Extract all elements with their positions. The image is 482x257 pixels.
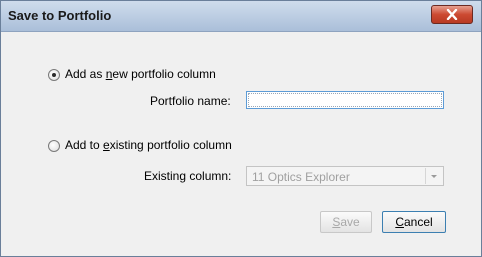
close-button[interactable] — [431, 5, 473, 24]
label-part: xisting portfolio column — [109, 138, 232, 152]
button-label: ave — [340, 215, 360, 229]
new-column-radio[interactable] — [48, 69, 60, 81]
existing-column-radio[interactable] — [48, 140, 60, 152]
existing-column-value: 11 Optics Explorer — [252, 170, 350, 184]
window-title: Save to Portfolio — [8, 8, 112, 23]
portfolio-name-input[interactable] — [246, 91, 444, 109]
cancel-button[interactable]: Cancel — [382, 211, 446, 233]
save-to-portfolio-dialog: Save to Portfolio Add as new portfolio c… — [0, 0, 482, 257]
label-part: ew portfolio column — [112, 67, 216, 81]
existing-column-label: Existing column: — [144, 169, 232, 183]
radio-selected-dot — [52, 73, 56, 77]
new-column-option-label[interactable]: Add as new portfolio column — [65, 67, 216, 81]
dialog-body: Add as new portfolio column Portfolio na… — [1, 32, 481, 256]
focus-ring — [248, 93, 442, 107]
title-bar[interactable]: Save to Portfolio — [1, 1, 481, 32]
label-part: Add to — [65, 138, 104, 152]
label-mnemonic: e — [103, 138, 110, 152]
save-button[interactable]: Save — [320, 211, 372, 233]
button-label: ancel — [403, 215, 433, 229]
button-mnemonic: C — [395, 215, 404, 229]
chevron-down-icon — [431, 175, 437, 178]
label-part: Add as — [65, 67, 106, 81]
portfolio-name-label: Portfolio name: — [150, 94, 231, 108]
existing-column-option-label[interactable]: Add to existing portfolio column — [65, 138, 232, 152]
dropdown-button[interactable] — [425, 168, 442, 184]
existing-column-select[interactable]: 11 Optics Explorer — [246, 166, 444, 186]
close-icon — [446, 9, 458, 20]
